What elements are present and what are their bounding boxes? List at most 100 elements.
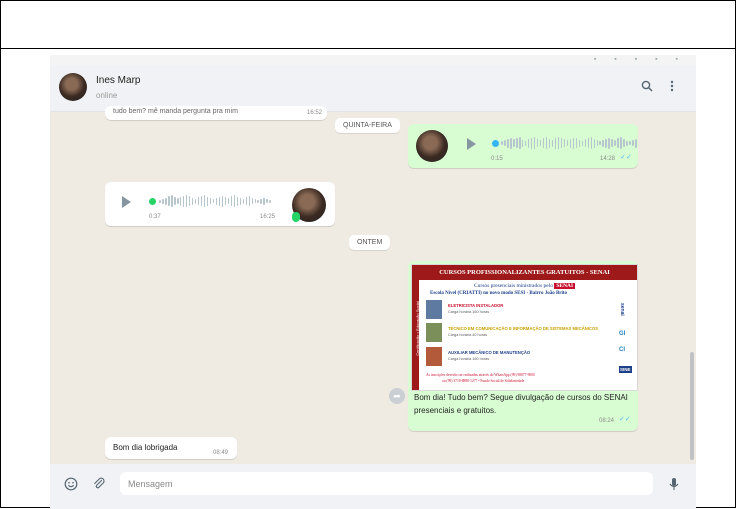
waveform-bar [632, 140, 634, 146]
waveform-bar [518, 137, 521, 149]
forward-icon[interactable]: ➦ [389, 388, 405, 404]
waveform-bar [227, 198, 230, 204]
search-icon[interactable] [641, 80, 653, 95]
waveform-bar [269, 199, 272, 203]
waveform-bar [263, 197, 266, 205]
flyer-side-band-text: Certificação • Educação Social [414, 301, 420, 356]
waveform-bar [611, 139, 614, 147]
waveform-bar [623, 139, 625, 147]
flyer-course-row: TÉCNICO EM COMUNICAÇÃO E INFORMAÇÃO DE S… [426, 323, 616, 343]
message-time: 16:25 [260, 214, 276, 220]
waveform-bar [635, 138, 637, 148]
flyer-footer: As inscrições deverão ser realizadas atr… [426, 373, 535, 377]
waveform-bar [620, 137, 622, 149]
waveform-bar [176, 198, 179, 204]
read-ticks-icon: ✓✓ [619, 416, 631, 423]
flyer-intro: Cursos presenciais ministrados pelo SENA… [474, 283, 576, 289]
course-flyer-image[interactable]: CURSOS PROFISSIONALIZANTES GRATUITOS - S… [411, 264, 638, 391]
course-title: TÉCNICO EM COMUNICAÇÃO E INFORMAÇÃO DE S… [448, 326, 599, 331]
waveform-bar [560, 138, 563, 148]
whatsapp-window: ▪ ▪ ▪ ▪ ▪ Ines Marp online tudo bem? mê … [50, 55, 696, 509]
course-title: AUXILIAR MECÂNICO DE MANUTENÇÃO [448, 350, 531, 355]
senai-badge: SENAI [554, 283, 576, 289]
waveform-bar [515, 138, 518, 148]
waveform-bar [536, 139, 539, 147]
course-title: ELETRICISTA INSTALADOR [448, 303, 504, 308]
waveform-bar [224, 197, 227, 205]
waveform-bar [254, 199, 257, 203]
contact-status: online [96, 91, 118, 100]
waveform-bar [242, 198, 245, 204]
waveform-bar [506, 138, 509, 148]
audio-duration: 0:15 [491, 156, 503, 162]
waveform-bar [191, 197, 194, 205]
waveform-bar [236, 196, 239, 206]
waveform-bar [563, 139, 566, 147]
waveform-bar [233, 195, 236, 207]
waveform-bar [572, 137, 575, 149]
sender-avatar [416, 130, 448, 162]
message-input[interactable] [120, 472, 653, 495]
waveform-bar [164, 197, 167, 205]
mic-icon[interactable] [669, 477, 679, 494]
waveform-bar [602, 139, 605, 147]
waveform-bar [248, 196, 251, 206]
contact-name[interactable]: Ines Marp [96, 75, 140, 86]
waveform-bar [599, 141, 602, 145]
audio-message-incoming[interactable]: 0:37 16:25 [105, 182, 335, 226]
waveform-bar [257, 199, 260, 203]
waveform-bar [266, 199, 269, 203]
audio-progress-handle[interactable] [492, 140, 499, 147]
window-controls-icon[interactable]: ▪ ▪ ▪ ▪ ▪ [594, 56, 686, 63]
waveform-bar [159, 199, 161, 203]
waveform-bar [218, 196, 221, 206]
sine-logo: SINE [619, 366, 632, 373]
waveform-bar [167, 196, 170, 206]
date-separator-yesterday: ONTEM [349, 235, 391, 250]
audio-progress-handle[interactable] [149, 198, 156, 205]
waveform-bar [521, 139, 524, 147]
waveform-bar [200, 196, 203, 206]
course-photo [426, 323, 442, 342]
waveform-bar [545, 137, 548, 149]
play-button[interactable] [122, 196, 131, 208]
flyer-intro-text: Cursos presenciais ministrados pelo [474, 283, 553, 289]
waveform-bar [554, 137, 557, 149]
waveform-bar [629, 141, 631, 145]
waveform-bar [161, 198, 164, 204]
chat-area[interactable]: tudo bem? mê manda pergunta pra mim 16:5… [50, 106, 696, 464]
waveform-bar [587, 138, 590, 148]
waveform-bar [188, 196, 191, 206]
waveform-bar [182, 195, 185, 207]
waveform-bar [596, 140, 599, 146]
contact-avatar[interactable] [59, 73, 87, 101]
audio-waveform[interactable] [501, 137, 637, 149]
title-bar-divider [1, 48, 735, 49]
attach-icon[interactable] [92, 477, 106, 494]
waveform-bar [542, 138, 545, 148]
waveform-bar [557, 137, 560, 149]
course-hours: Carga horária 40 horas [448, 333, 488, 337]
read-ticks-icon: ✓✓ [620, 154, 632, 161]
window-top-strip: ▪ ▪ ▪ ▪ ▪ [50, 55, 696, 65]
partner-logo: CI [619, 347, 625, 353]
message-bubble-incoming[interactable]: tudo bem? mê manda pergunta pra mim 16:5… [105, 106, 327, 120]
waveform-bar [581, 140, 584, 146]
message-bubble-incoming[interactable]: Bom dia lobrigada 08:49 [105, 437, 237, 459]
chat-header[interactable]: Ines Marp online [50, 65, 696, 112]
waveform-bar [530, 137, 533, 149]
message-time: 08:24 [599, 418, 615, 424]
audio-waveform[interactable] [159, 195, 272, 207]
message-time: 08:49 [213, 450, 229, 456]
chat-scrollbar[interactable] [690, 352, 694, 460]
composer-bar [50, 464, 696, 509]
waveform-bar [617, 138, 619, 148]
course-hours: Carga horária 160 horas [448, 357, 490, 361]
waveform-bar [512, 139, 515, 147]
flyer-footer: ou (99) 3718-8888-1277 • Fundo Social de… [442, 379, 525, 383]
waveform-bar [251, 198, 254, 204]
play-button[interactable] [467, 138, 476, 150]
menu-icon[interactable] [670, 80, 674, 95]
emoji-icon[interactable] [64, 477, 78, 494]
audio-message-outgoing[interactable]: 0:15 14:28 ✓✓ [408, 124, 638, 168]
